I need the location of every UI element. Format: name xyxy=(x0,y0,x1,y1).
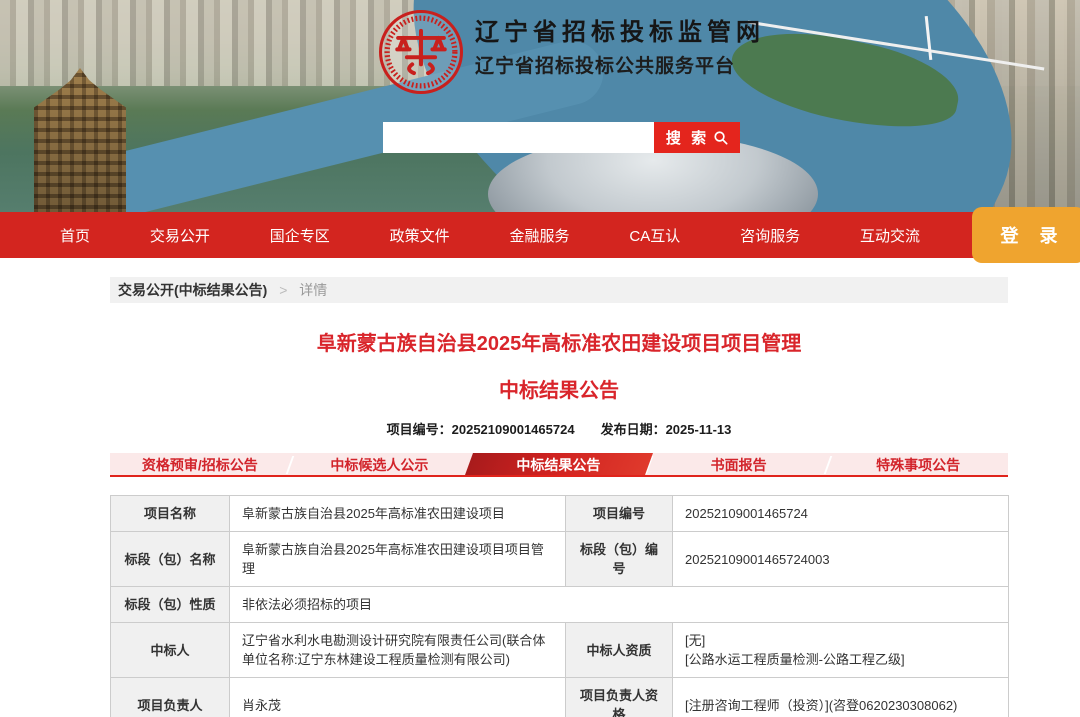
breadcrumb-current: 详情 xyxy=(299,282,327,298)
row-label: 中标人 xyxy=(111,623,230,678)
search-input[interactable] xyxy=(383,122,654,153)
table-row: 项目负责人肖永茂项目负责人资格[注册咨询工程师（投资）](咨登062023030… xyxy=(111,678,1009,717)
login-button[interactable]: 登 录 xyxy=(972,207,1080,263)
breadcrumb: 交易公开(中标结果公告) > 详情 xyxy=(110,277,1008,303)
tab[interactable]: 资格预审/招标公告 xyxy=(110,453,290,475)
row-value: 阜新蒙古族自治县2025年高标准农田建设项目 xyxy=(230,496,566,532)
search-button[interactable]: 搜 索 xyxy=(654,122,740,153)
tab-label: 中标候选人公示 xyxy=(330,457,428,473)
tab[interactable]: 中标候选人公示 xyxy=(290,453,470,475)
project-no-label: 项目编号： xyxy=(387,422,452,437)
tab-label: 资格预审/招标公告 xyxy=(142,457,258,473)
nav-item[interactable]: 政策文件 xyxy=(390,225,450,246)
tower-building-shape xyxy=(34,68,126,212)
row-value: 20252109001465724 xyxy=(673,496,1009,532)
tab-active[interactable]: 中标结果公告 xyxy=(465,453,653,475)
site-titles: 辽宁省招标投标监管网 辽宁省招标投标公共服务平台 xyxy=(475,8,765,82)
site-title: 辽宁省招标投标监管网 xyxy=(475,14,765,52)
nav-item[interactable]: 首页 xyxy=(60,225,90,246)
row-label: 标段（包）性质 xyxy=(111,587,230,623)
announcement-title-line1: 阜新蒙古族自治县2025年高标准农田建设项目项目管理 xyxy=(110,327,1008,356)
nav-item[interactable]: 咨询服务 xyxy=(740,225,800,246)
row-label: 项目负责人 xyxy=(111,678,230,717)
site-logo-icon xyxy=(377,8,465,96)
announcement-title-line2: 中标结果公告 xyxy=(110,374,1008,403)
breadcrumb-section[interactable]: 交易公开(中标结果公告) xyxy=(118,282,267,298)
table-row: 标段（包）性质非依法必须招标的项目 xyxy=(111,587,1009,623)
row-label: 标段（包）编号 xyxy=(566,532,673,587)
page: 辽宁省招标投标监管网 辽宁省招标投标公共服务平台 搜 索 首页 交易公开 国企专区 政… xyxy=(0,0,1080,717)
row-value: 非依法必须招标的项目 xyxy=(230,587,1009,623)
publish-date-label: 发布日期： xyxy=(601,422,666,437)
site-brand: 辽宁省招标投标监管网 辽宁省招标投标公共服务平台 xyxy=(377,8,765,96)
table-row: 项目名称阜新蒙古族自治县2025年高标准农田建设项目项目编号2025210900… xyxy=(111,496,1009,532)
nav-item[interactable]: 交易公开 xyxy=(150,225,210,246)
tab-bar: 资格预审/招标公告 中标候选人公示 中标结果公告 书面报告 特殊事项公告 xyxy=(110,453,1008,477)
row-label: 项目名称 xyxy=(111,496,230,532)
content-area: 交易公开(中标结果公告) > 详情 阜新蒙古族自治县2025年高标准农田建设项目… xyxy=(110,277,1008,717)
row-value: 20252109001465724003 xyxy=(673,532,1009,587)
nav-item[interactable]: 国企专区 xyxy=(270,225,330,246)
search-button-label: 搜 索 xyxy=(666,127,709,148)
search-icon xyxy=(713,130,728,145)
tab-label: 中标结果公告 xyxy=(469,453,649,477)
detail-table: 项目名称阜新蒙古族自治县2025年高标准农田建设项目项目编号2025210900… xyxy=(110,495,1009,717)
row-value: 肖永茂 xyxy=(230,678,566,717)
row-value: 辽宁省水利水电勘测设计研究院有限责任公司(联合体单位名称:辽宁东林建设工程质量检… xyxy=(230,623,566,678)
table-row: 中标人辽宁省水利水电勘测设计研究院有限责任公司(联合体单位名称:辽宁东林建设工程… xyxy=(111,623,1009,678)
row-value: [无] [公路水运工程质量检测-公路工程乙级] xyxy=(673,623,1009,678)
announcement-meta: 项目编号：20252109001465724 发布日期：2025-11-13 xyxy=(110,419,1008,438)
search-bar: 搜 索 xyxy=(383,122,740,153)
row-label: 项目负责人资格 xyxy=(566,678,673,717)
row-label: 中标人资质 xyxy=(566,623,673,678)
publish-date-value: 2025-11-13 xyxy=(666,422,732,437)
nav-item[interactable]: 互动交流 xyxy=(860,225,920,246)
nav-item[interactable]: CA互认 xyxy=(629,225,680,246)
row-value: [注册咨询工程师（投资）](咨登0620230308062) xyxy=(673,678,1009,717)
main-nav: 首页交易公开国企专区政策文件金融服务CA互认咨询服务互动交流 登 录 xyxy=(0,212,1080,258)
project-no-value: 20252109001465724 xyxy=(452,422,575,437)
row-label: 标段（包）名称 xyxy=(111,532,230,587)
tab[interactable]: 特殊事项公告 xyxy=(828,453,1008,475)
nav-item[interactable]: 金融服务 xyxy=(510,225,570,246)
site-subtitle: 辽宁省招标投标公共服务平台 xyxy=(475,52,765,82)
tab-label: 书面报告 xyxy=(711,457,767,473)
row-value: 阜新蒙古族自治县2025年高标准农田建设项目项目管理 xyxy=(230,532,566,587)
table-row: 标段（包）名称阜新蒙古族自治县2025年高标准农田建设项目项目管理标段（包）编号… xyxy=(111,532,1009,587)
tab[interactable]: 书面报告 xyxy=(649,453,829,475)
tab-label: 特殊事项公告 xyxy=(876,457,960,473)
row-label: 项目编号 xyxy=(566,496,673,532)
nav-items: 首页 交易公开 国企专区 政策文件 金融服务 CA互认 咨询服务 互动交流 xyxy=(30,225,950,246)
announcement-title: 阜新蒙古族自治县2025年高标准农田建设项目项目管理 中标结果公告 xyxy=(110,327,1008,403)
header-banner: 辽宁省招标投标监管网 辽宁省招标投标公共服务平台 搜 索 xyxy=(0,0,1080,212)
breadcrumb-separator-icon: > xyxy=(279,282,287,298)
